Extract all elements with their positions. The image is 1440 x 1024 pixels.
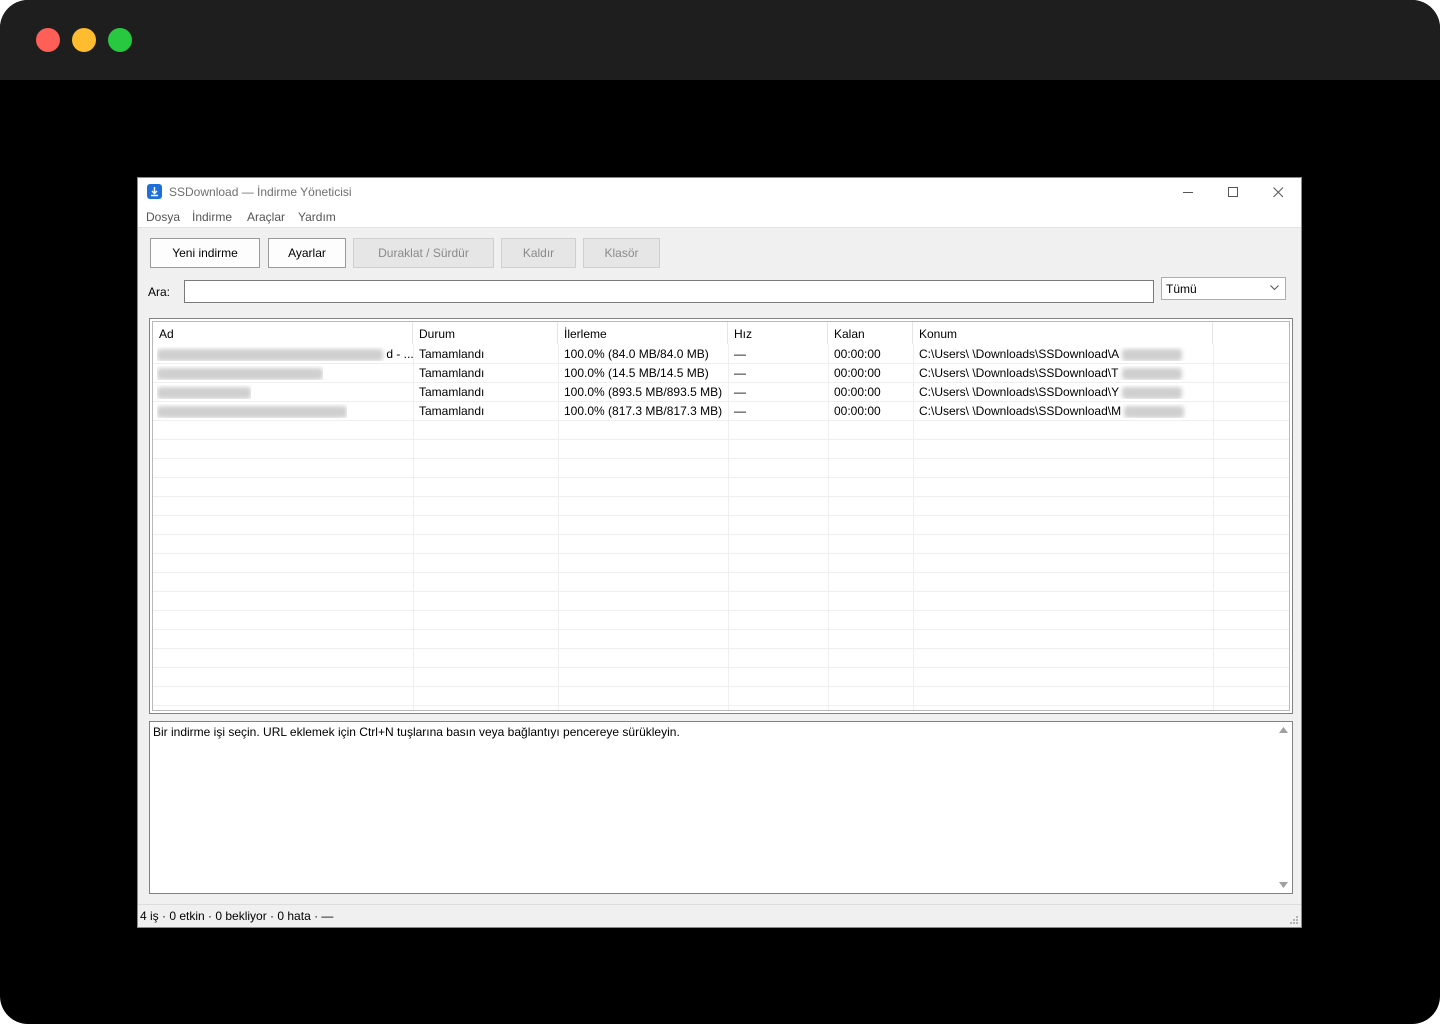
speed-cell: — bbox=[734, 366, 746, 380]
menu-dosya[interactable]: Dosya bbox=[146, 210, 180, 224]
details-scrollbar[interactable] bbox=[1275, 722, 1292, 893]
new-download-button[interactable]: Yeni indirme bbox=[150, 238, 260, 268]
device-frame: SSDownload — İndirme Yöneticisi Dosya İn… bbox=[0, 0, 1440, 1024]
location-text: C:\Users\ \Downloads\SSDownload\A bbox=[919, 347, 1119, 361]
app-window: SSDownload — İndirme Yöneticisi Dosya İn… bbox=[137, 177, 1302, 928]
speed-cell: — bbox=[734, 385, 746, 399]
menu-indirme[interactable]: İndirme bbox=[192, 210, 232, 224]
maximize-icon bbox=[1228, 187, 1238, 197]
remaining-cell: 00:00:00 bbox=[834, 404, 881, 418]
progress-cell: 100.0% (893.5 MB/893.5 MB) bbox=[564, 385, 723, 399]
search-label: Ara: bbox=[148, 285, 171, 299]
file-name-suffix: d - ... bbox=[386, 347, 414, 361]
remaining-cell: 00:00:00 bbox=[834, 366, 881, 380]
folder-button[interactable]: Klasör bbox=[583, 238, 660, 268]
minimize-icon bbox=[1183, 192, 1193, 193]
status-cell: Tamamlandı bbox=[419, 404, 485, 418]
remaining-cell: 00:00:00 bbox=[834, 347, 881, 361]
table-row[interactable]: d - ... Tamamlandı 100.0% (84.0 MB/84.0 … bbox=[153, 344, 1289, 363]
location-cell: C:\Users\ \Downloads\SSDownload\Y bbox=[919, 385, 1211, 399]
redacted-name bbox=[157, 405, 347, 418]
column-header-remaining[interactable]: Kalan bbox=[828, 322, 913, 344]
remaining-cell: 00:00:00 bbox=[834, 385, 881, 399]
progress-cell: 100.0% (84.0 MB/84.0 MB) bbox=[564, 347, 709, 361]
column-header-status[interactable]: Durum bbox=[413, 322, 558, 344]
progress-cell: 100.0% (817.3 MB/817.3 MB) bbox=[564, 404, 723, 418]
settings-button[interactable]: Ayarlar bbox=[268, 238, 346, 268]
status-bar: 4 iş · 0 etkin · 0 bekliyor · 0 hata · — bbox=[138, 904, 1301, 927]
redacted-location bbox=[1124, 405, 1185, 418]
status-cell: Tamamlandı bbox=[419, 347, 485, 361]
location-text: C:\Users\ \Downloads\SSDownload\T bbox=[919, 366, 1119, 380]
menu-yardim[interactable]: Yardım bbox=[298, 210, 336, 224]
download-app-icon bbox=[147, 184, 162, 199]
details-panel[interactable]: Bir indirme işi seçin. URL eklemek için … bbox=[149, 721, 1293, 894]
status-text: 4 iş · 0 etkin · 0 bekliyor · 0 hata · — bbox=[140, 909, 334, 923]
column-header-progress[interactable]: İlerleme bbox=[558, 322, 728, 344]
chevron-down-icon bbox=[1270, 285, 1279, 291]
close-dot[interactable] bbox=[36, 28, 60, 52]
maximize-button[interactable] bbox=[1211, 178, 1257, 207]
location-cell: C:\Users\ \Downloads\SSDownload\A bbox=[919, 347, 1211, 361]
redacted-name bbox=[157, 348, 383, 361]
menu-araclar[interactable]: Araçlar bbox=[247, 210, 285, 224]
file-name-cell bbox=[157, 385, 251, 399]
column-header-location[interactable]: Konum bbox=[913, 322, 1213, 344]
location-text: C:\Users\ \Downloads\SSDownload\Y bbox=[919, 385, 1119, 399]
file-name-cell: d - ... bbox=[157, 347, 414, 361]
location-cell: C:\Users\ \Downloads\SSDownload\M bbox=[919, 404, 1211, 418]
window-title: SSDownload — İndirme Yöneticisi bbox=[169, 185, 352, 199]
location-text: C:\Users\ \Downloads\SSDownload\M bbox=[919, 404, 1122, 418]
scroll-up-icon[interactable] bbox=[1279, 727, 1288, 733]
zoom-dot[interactable] bbox=[108, 28, 132, 52]
status-cell: Tamamlandı bbox=[419, 366, 485, 380]
resize-grip-icon[interactable] bbox=[1289, 915, 1299, 925]
scroll-down-icon[interactable] bbox=[1279, 882, 1288, 888]
details-text: Bir indirme işi seçin. URL eklemek için … bbox=[153, 725, 680, 739]
redacted-location bbox=[1121, 348, 1182, 361]
status-cell: Tamamlandı bbox=[419, 385, 485, 399]
downloads-list[interactable]: Ad Durum İlerleme Hız Kalan Konum d - ..… bbox=[149, 318, 1293, 714]
frame-titlebar bbox=[0, 0, 1440, 80]
close-button[interactable] bbox=[1256, 178, 1302, 207]
status-filter-dropdown[interactable]: Tümü bbox=[1161, 277, 1286, 300]
menu-bar: Dosya İndirme Araçlar Yardım bbox=[138, 207, 1301, 228]
speed-cell: — bbox=[734, 404, 746, 418]
pause-resume-button[interactable]: Duraklat / Sürdür bbox=[353, 238, 494, 268]
column-header-name[interactable]: Ad bbox=[153, 322, 413, 344]
file-name-cell bbox=[157, 366, 323, 380]
redacted-name bbox=[157, 367, 323, 380]
minimize-dot[interactable] bbox=[72, 28, 96, 52]
search-input[interactable] bbox=[184, 280, 1154, 303]
location-cell: C:\Users\ \Downloads\SSDownload\T bbox=[919, 366, 1211, 380]
filter-selected-value: Tümü bbox=[1166, 282, 1197, 296]
speed-cell: — bbox=[734, 347, 746, 361]
file-name-cell bbox=[157, 404, 347, 418]
table-row[interactable]: Tamamlandı 100.0% (817.3 MB/817.3 MB) — … bbox=[153, 401, 1289, 420]
progress-cell: 100.0% (14.5 MB/14.5 MB) bbox=[564, 366, 709, 380]
column-header-speed[interactable]: Hız bbox=[728, 322, 828, 344]
window-titlebar: SSDownload — İndirme Yöneticisi bbox=[138, 178, 1301, 207]
remove-button[interactable]: Kaldır bbox=[501, 238, 576, 268]
redacted-name bbox=[157, 386, 251, 399]
close-icon bbox=[1273, 187, 1284, 198]
column-header-row: Ad Durum İlerleme Hız Kalan Konum bbox=[153, 322, 1289, 344]
redacted-location bbox=[1122, 386, 1183, 399]
table-row[interactable]: Tamamlandı 100.0% (14.5 MB/14.5 MB) — 00… bbox=[153, 363, 1289, 382]
rows-area: d - ... Tamamlandı 100.0% (84.0 MB/84.0 … bbox=[153, 344, 1289, 710]
minimize-button[interactable] bbox=[1166, 178, 1212, 207]
redacted-location bbox=[1121, 367, 1182, 380]
table-row[interactable]: Tamamlandı 100.0% (893.5 MB/893.5 MB) — … bbox=[153, 382, 1289, 401]
